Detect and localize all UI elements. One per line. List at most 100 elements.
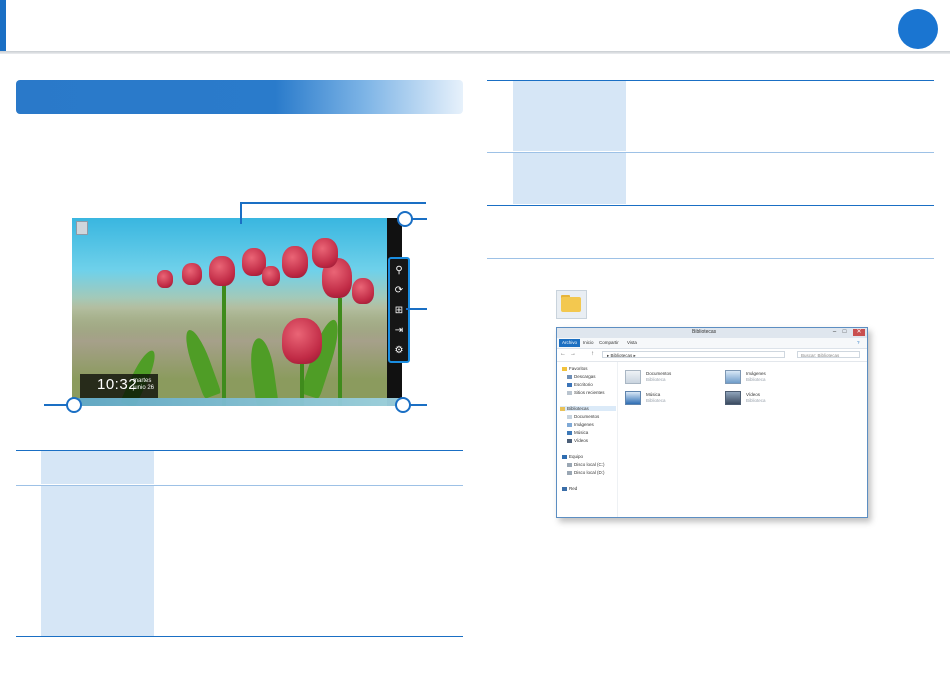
item-type: Biblioteca xyxy=(746,377,766,382)
nav-item-disco-c[interactable]: Disco local (C:) xyxy=(567,462,605,467)
minimize-icon[interactable]: – xyxy=(830,329,839,336)
nav-label: Música xyxy=(574,430,589,435)
clock-date-value: junio 26 xyxy=(133,385,155,391)
taskbar xyxy=(72,398,402,406)
devices-icon[interactable]: ⇥ xyxy=(393,325,405,337)
nav-favorites[interactable]: Favoritos xyxy=(562,366,588,371)
item-name: Música xyxy=(646,392,661,397)
nav-label: Descargas xyxy=(574,374,596,379)
close-icon[interactable]: ✕ xyxy=(853,329,865,336)
file-explorer-window: Bibliotecas – □ ✕ Archivo Inicio Compart… xyxy=(556,327,868,518)
nav-item-musica[interactable]: Música xyxy=(567,430,588,435)
tulip xyxy=(352,278,374,304)
tab-vista[interactable]: Vista xyxy=(627,340,637,345)
videos-library-icon xyxy=(725,391,741,405)
nav-label: Vídeos xyxy=(574,438,589,443)
nav-item-descargas[interactable]: Descargas xyxy=(567,374,596,379)
table-rule-end xyxy=(487,258,934,259)
nav-item-videos[interactable]: Vídeos xyxy=(567,438,588,443)
computer-icon xyxy=(562,454,567,459)
address-bar[interactable]: ▸ Bibliotecas ▸ xyxy=(602,351,785,358)
chapter-marker xyxy=(898,9,938,49)
libraries-folder-icon[interactable] xyxy=(556,290,587,319)
tab-inicio[interactable]: Inicio xyxy=(583,340,594,345)
clock-day: martes xyxy=(133,378,152,384)
table-header-cell xyxy=(41,486,154,636)
explorer-ribbon: Archivo Inicio Compartir Vista ? xyxy=(557,338,867,349)
maximize-icon[interactable]: □ xyxy=(840,329,849,336)
tab-archivo[interactable]: Archivo xyxy=(559,339,581,347)
network-icon xyxy=(562,486,567,491)
callout-line-charms xyxy=(406,308,427,310)
explorer-title: Bibliotecas xyxy=(692,329,717,335)
gear-icon[interactable]: ⚙ xyxy=(393,345,405,357)
recycle-bin-icon[interactable] xyxy=(76,221,88,235)
callout-top-right-corner xyxy=(397,211,413,227)
drive-icon xyxy=(567,462,572,467)
tab-compartir[interactable]: Compartir xyxy=(599,340,619,345)
callout-line-desktop-drop xyxy=(240,202,242,224)
downloads-icon xyxy=(567,374,572,379)
nav-item-escritorio[interactable]: Escritorio xyxy=(567,382,593,387)
tulip xyxy=(312,238,338,268)
tulip xyxy=(209,256,235,286)
pictures-library-icon xyxy=(725,370,741,384)
tulip-stem xyxy=(338,298,342,406)
folder-body xyxy=(561,297,581,312)
item-type: Biblioteca xyxy=(646,398,666,403)
nav-label: Sitios recientes xyxy=(574,390,605,395)
nav-item-documentos[interactable]: Documentos xyxy=(567,414,599,419)
search-input[interactable]: Buscar: Bibliotecas xyxy=(797,351,860,358)
nav-label: Disco local (D:) xyxy=(574,470,605,475)
charms-panel: ⚲ ⟳ ⊞ ⇥ ⚙ xyxy=(388,257,410,363)
table-header-cell xyxy=(513,81,626,151)
libraries-icon xyxy=(560,406,565,411)
nav-label: Equipo xyxy=(569,454,584,459)
address-text: Bibliotecas xyxy=(610,353,633,358)
drive-icon xyxy=(567,470,572,475)
item-name: Vídeos xyxy=(746,392,761,397)
item-type: Biblioteca xyxy=(746,398,766,403)
date-time-overlay: 10:32 martes junio 26 xyxy=(80,374,158,398)
item-name: Imágenes xyxy=(746,371,766,376)
back-icon[interactable]: ← xyxy=(560,351,566,357)
music-library-icon xyxy=(625,391,641,405)
search-icon[interactable]: ⚲ xyxy=(393,265,405,277)
help-icon[interactable]: ? xyxy=(857,340,860,345)
library-item-documentos[interactable]: Documentos Biblioteca xyxy=(646,371,671,383)
nav-item-imagenes[interactable]: Imágenes xyxy=(567,422,594,427)
nav-label: Disco local (C:) xyxy=(574,462,605,467)
table-header-cell xyxy=(513,153,626,204)
pictures-icon xyxy=(567,422,572,427)
callout-bottom-right-corner xyxy=(395,397,411,413)
tulip xyxy=(182,263,202,285)
nav-item-disco-d[interactable]: Disco local (D:) xyxy=(567,470,605,475)
nav-item-sitios-recientes[interactable]: Sitios recientes xyxy=(567,390,605,395)
library-item-videos[interactable]: Vídeos Biblioteca xyxy=(746,392,766,404)
section-heading-bar xyxy=(16,80,463,114)
share-icon[interactable]: ⟳ xyxy=(393,285,405,297)
up-icon[interactable]: ↑ xyxy=(591,351,594,357)
nav-label: Favoritos xyxy=(569,366,588,371)
windows-start-icon[interactable]: ⊞ xyxy=(393,305,405,317)
library-item-imagenes[interactable]: Imágenes Biblioteca xyxy=(746,371,766,383)
nav-label: Imágenes xyxy=(574,422,594,427)
documents-icon xyxy=(567,414,572,419)
explorer-address-row: ← → ↑ ▸ Bibliotecas ▸ Buscar: Biblioteca… xyxy=(557,349,867,362)
tulip xyxy=(282,246,308,278)
forward-icon[interactable]: → xyxy=(570,351,576,357)
music-icon xyxy=(567,430,572,435)
clock-time: 10:32 xyxy=(97,376,138,393)
nav-computer[interactable]: Equipo xyxy=(562,454,583,459)
nav-network[interactable]: Red xyxy=(562,486,577,491)
header-accent-bar xyxy=(0,0,6,52)
library-item-musica[interactable]: Música Biblioteca xyxy=(646,392,666,404)
recent-places-icon xyxy=(567,390,572,395)
videos-icon xyxy=(567,438,572,443)
nav-libraries[interactable]: Bibliotecas xyxy=(560,406,616,411)
callout-line-bottom-left xyxy=(44,404,68,406)
header-rule xyxy=(0,51,950,54)
item-name: Documentos xyxy=(646,371,672,376)
desktop-icon xyxy=(567,382,572,387)
nav-label: Bibliotecas xyxy=(567,406,589,411)
